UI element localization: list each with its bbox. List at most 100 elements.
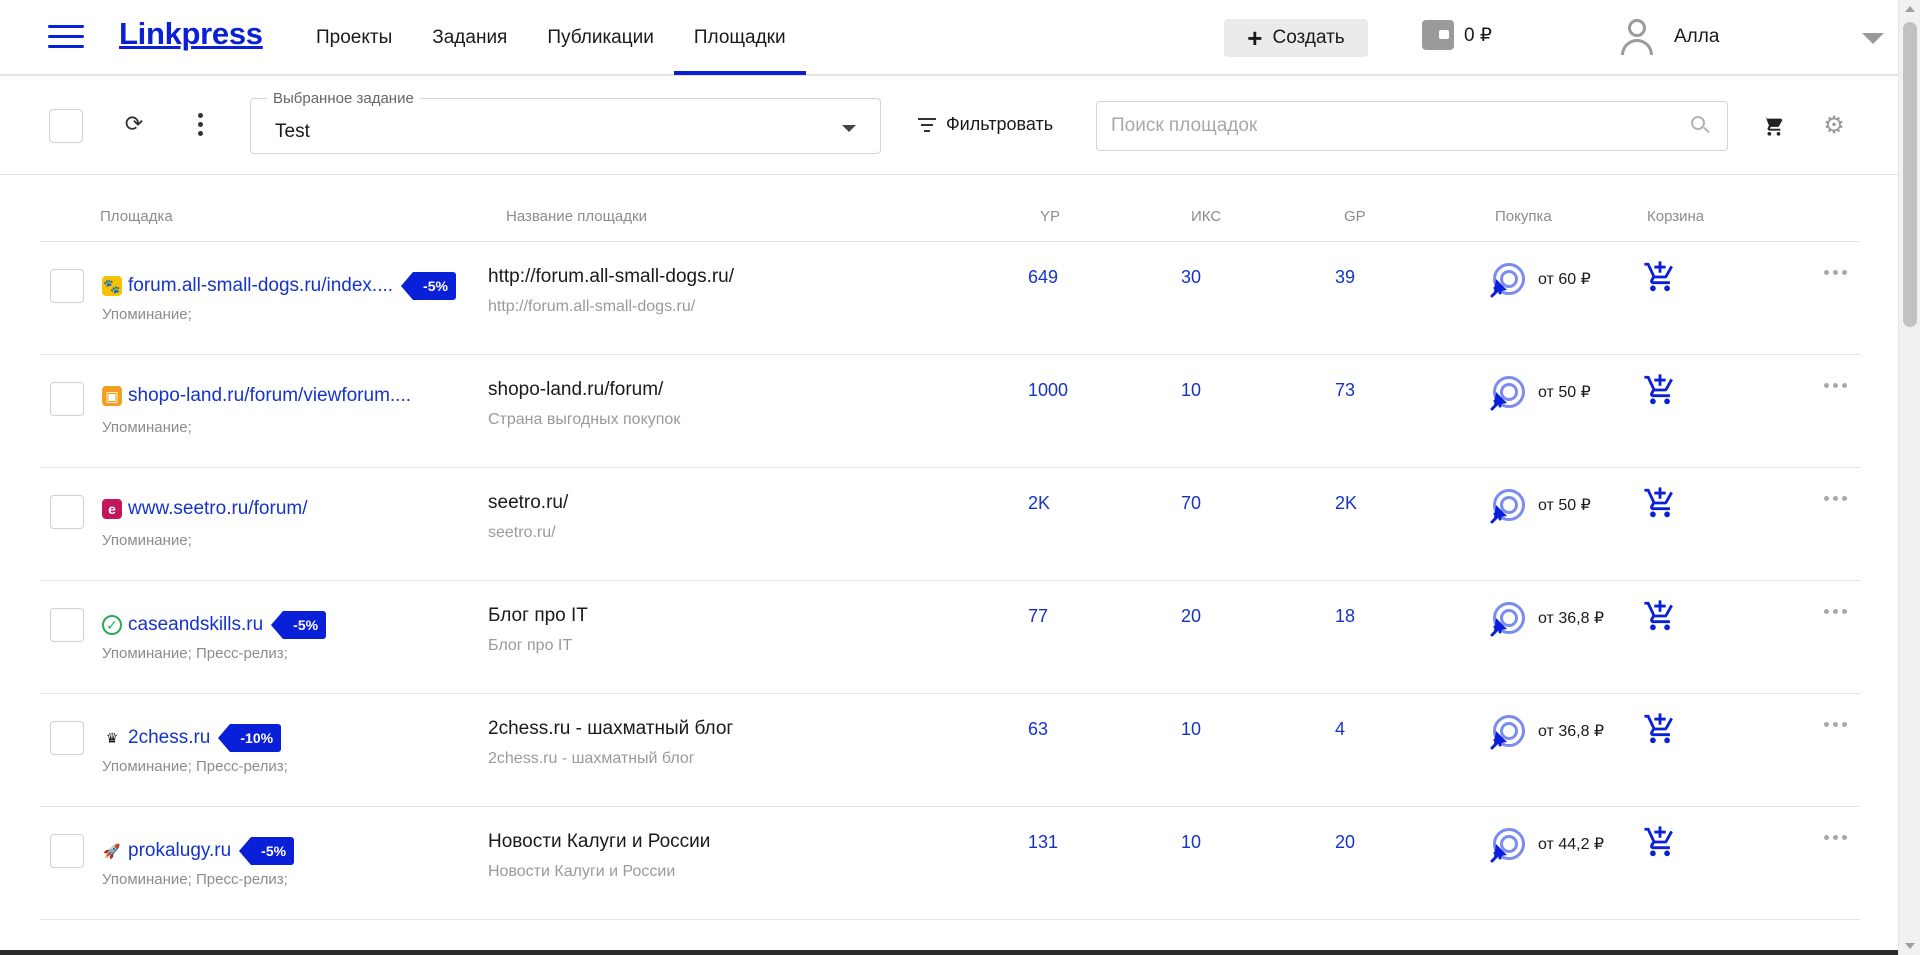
target-buy-icon[interactable] [1490, 486, 1528, 524]
row-checkbox[interactable] [50, 495, 84, 529]
col-header-yp[interactable]: YP [1040, 208, 1060, 225]
metric-gp[interactable]: 73 [1335, 380, 1355, 401]
metric-iks[interactable]: 10 [1181, 380, 1201, 401]
task-select-value: Test [275, 121, 310, 142]
nav-tab-tasks[interactable]: Задания [412, 0, 527, 75]
row-more-icon[interactable] [1824, 722, 1848, 730]
table-row: ▣ shopo-land.ru/forum/viewforum.... Упомин… [40, 355, 1860, 468]
site-link[interactable]: forum.all-small-dogs.ru/index.... [128, 275, 393, 297]
add-to-cart-icon[interactable] [1643, 260, 1677, 294]
scroll-thumb[interactable] [1903, 22, 1917, 327]
scroll-up-arrow-icon[interactable] [1905, 6, 1915, 12]
scroll-down-arrow-icon[interactable] [1905, 943, 1915, 949]
col-header-site[interactable]: Площадка [100, 208, 173, 225]
site-subtitle: 2chess.ru - шахматный блог [488, 750, 695, 767]
metric-yp[interactable]: 77 [1028, 606, 1048, 627]
site-link[interactable]: shopo-land.ru/forum/viewforum.... [128, 385, 411, 407]
target-buy-icon[interactable] [1490, 599, 1528, 637]
site-link[interactable]: caseandskills.ru [128, 614, 263, 636]
row-more-icon[interactable] [1824, 609, 1848, 617]
site-cell: ▣ shopo-land.ru/forum/viewforum.... [102, 385, 411, 407]
nav-tab-publications[interactable]: Публикации [527, 0, 674, 75]
metric-yp[interactable]: 1000 [1028, 380, 1068, 401]
page: Linkpress Проекты Задания Публикации Пло… [0, 0, 1920, 955]
col-header-gp[interactable]: GP [1344, 208, 1366, 225]
discount-badge: -5% [271, 611, 327, 639]
site-link[interactable]: 2chess.ru [128, 727, 210, 749]
top-header: Linkpress Проекты Задания Публикации Пло… [0, 0, 1898, 75]
select-all-checkbox[interactable] [49, 109, 83, 143]
shop-bag-icon: ▣ [102, 386, 122, 406]
metric-yp[interactable]: 63 [1028, 719, 1048, 740]
site-link[interactable]: www.seetro.ru/forum/ [128, 498, 308, 520]
metric-iks[interactable]: 30 [1181, 267, 1201, 288]
col-header-name[interactable]: Название площадки [506, 208, 647, 225]
row-checkbox[interactable] [50, 608, 84, 642]
add-to-cart-icon[interactable] [1643, 599, 1677, 633]
row-more-icon[interactable] [1824, 383, 1848, 391]
target-buy-icon[interactable] [1490, 260, 1528, 298]
hamburger-menu-icon[interactable] [48, 25, 84, 49]
search-icon[interactable] [1691, 116, 1711, 136]
row-checkbox[interactable] [50, 382, 84, 416]
metric-gp[interactable]: 39 [1335, 267, 1355, 288]
add-to-cart-icon[interactable] [1643, 486, 1677, 520]
wallet-balance[interactable]: 0 ₽ [1422, 20, 1492, 50]
nav-tab-projects[interactable]: Проекты [296, 0, 412, 75]
settings-gear-icon[interactable]: ⚙ [1822, 114, 1846, 138]
paw-icon: 🐾 [102, 276, 122, 296]
task-select[interactable]: Выбранное задание Test [250, 90, 881, 154]
metric-gp[interactable]: 4 [1335, 719, 1345, 740]
metric-gp[interactable]: 2K [1335, 493, 1357, 514]
refresh-icon[interactable]: ⟳ [122, 112, 146, 136]
rocket-icon: 🚀 [102, 841, 122, 861]
metric-gp[interactable]: 20 [1335, 832, 1355, 853]
site-cell: e www.seetro.ru/forum/ [102, 498, 308, 520]
metric-yp[interactable]: 649 [1028, 267, 1058, 288]
row-more-icon[interactable] [1824, 835, 1848, 843]
search-input[interactable] [1111, 102, 1671, 150]
metric-yp[interactable]: 131 [1028, 832, 1058, 853]
row-more-icon[interactable] [1824, 270, 1848, 278]
table-row: ✓ caseandskills.ru -5% Упоминание; Пресс-ре… [40, 581, 1860, 694]
create-button-label: Создать [1272, 27, 1345, 48]
row-checkbox[interactable] [50, 721, 84, 755]
discount-badge: -5% [401, 272, 456, 300]
more-vertical-icon[interactable] [194, 113, 206, 137]
chess-queen-icon: ♛ [102, 728, 122, 748]
site-subtitle: Блог про IT [488, 637, 573, 654]
metric-gp[interactable]: 18 [1335, 606, 1355, 627]
col-header-iks[interactable]: ИКС [1191, 208, 1221, 225]
row-more-icon[interactable] [1824, 496, 1848, 504]
site-link[interactable]: prokalugy.ru [128, 840, 231, 862]
table-row: 🚀 prokalugy.ru -5% Упоминание; Пресс-релиз;… [40, 807, 1860, 920]
price: от 60 ₽ [1538, 271, 1591, 288]
metric-iks[interactable]: 10 [1181, 719, 1201, 740]
scrollbar[interactable] [1898, 0, 1920, 955]
logo[interactable]: Linkpress [119, 16, 263, 52]
row-checkbox[interactable] [50, 834, 84, 868]
user-menu[interactable]: Алла [1618, 17, 1719, 57]
metric-iks[interactable]: 20 [1181, 606, 1201, 627]
add-to-cart-icon[interactable] [1643, 825, 1677, 859]
target-buy-icon[interactable] [1490, 712, 1528, 750]
publication-types: Упоминание; [102, 306, 192, 323]
create-button[interactable]: + Создать [1224, 19, 1368, 57]
user-menu-caret-icon[interactable] [1862, 33, 1884, 44]
site-subtitle: Страна выгодных покупок [488, 411, 681, 428]
target-buy-icon[interactable] [1490, 825, 1528, 863]
filter-button[interactable]: Фильтровать [918, 114, 1053, 135]
nav-tab-platforms[interactable]: Площадки [673, 0, 806, 75]
search-box [1096, 101, 1728, 151]
site-cell: ✓ caseandskills.ru -5% [102, 611, 327, 639]
plus-icon: + [1247, 23, 1263, 53]
add-to-cart-icon[interactable] [1643, 712, 1677, 746]
table-row: ♛ 2chess.ru -10% Упоминание; Пресс-релиз; 2c… [40, 694, 1860, 807]
metric-yp[interactable]: 2K [1028, 493, 1050, 514]
add-to-cart-icon[interactable] [1643, 373, 1677, 407]
metric-iks[interactable]: 70 [1181, 493, 1201, 514]
target-buy-icon[interactable] [1490, 373, 1528, 411]
metric-iks[interactable]: 10 [1181, 832, 1201, 853]
cart-icon[interactable] [1762, 115, 1784, 137]
row-checkbox[interactable] [50, 269, 84, 303]
